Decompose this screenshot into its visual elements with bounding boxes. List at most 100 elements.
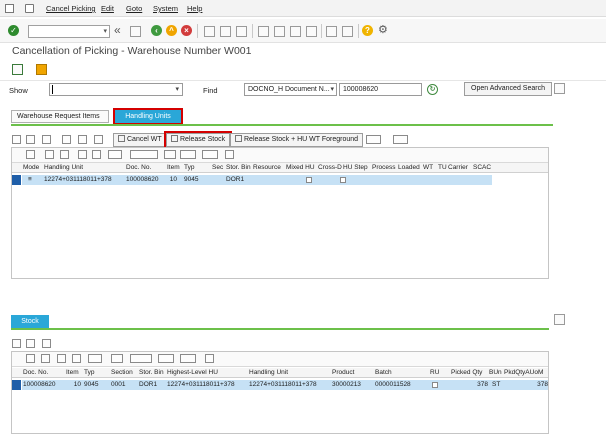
filter-icon[interactable]	[88, 354, 102, 363]
col-product[interactable]: Product	[332, 369, 354, 376]
col-batch[interactable]: Batch	[375, 369, 392, 376]
chevron-down-icon[interactable]: ▾	[330, 85, 334, 95]
layout-icon[interactable]	[554, 314, 565, 325]
layout-select-icon[interactable]	[180, 354, 196, 363]
release-stock-button[interactable]: Release Stock	[163, 131, 233, 149]
col-item[interactable]: Item	[66, 369, 79, 376]
find-icon[interactable]	[57, 354, 66, 363]
shortcut-icon[interactable]	[342, 26, 353, 37]
previous-page-icon[interactable]	[274, 26, 285, 37]
col-doc-no[interactable]: Doc. No.	[126, 164, 151, 171]
col-hu-step[interactable]: HU Step	[343, 164, 368, 171]
col-section[interactable]: Section	[111, 369, 133, 376]
col-mode[interactable]: Mode	[23, 164, 39, 171]
col-scac[interactable]: SCAC	[473, 164, 491, 171]
sort-ascending-icon[interactable]	[45, 150, 54, 159]
confirm-icon[interactable]: ✓	[8, 25, 19, 36]
filter-icon[interactable]	[108, 150, 122, 159]
back-arrows-icon[interactable]: «	[114, 23, 121, 37]
find-field-select[interactable]: DOCNO_H Document N... ▾	[244, 83, 337, 96]
menu-cancel-picking[interactable]: Cancel Picking	[46, 4, 96, 13]
info-icon[interactable]	[225, 150, 234, 159]
enter-menu-icon[interactable]	[25, 4, 34, 13]
collapse-down-icon[interactable]	[26, 135, 35, 144]
col-ru[interactable]: RU	[430, 369, 439, 376]
col-highest-level-hu[interactable]: Highest-Level HU	[167, 369, 218, 376]
menu-system[interactable]: System	[153, 4, 178, 13]
find-next-icon[interactable]	[236, 26, 247, 37]
print-icon[interactable]	[164, 150, 176, 159]
settings-menu-icon[interactable]	[393, 135, 408, 144]
back-icon[interactable]: ‹	[151, 25, 162, 36]
col-wt[interactable]: WT	[423, 164, 433, 171]
sum-icon[interactable]	[130, 150, 158, 159]
find-next-icon[interactable]	[72, 354, 81, 363]
settings-gear-icon[interactable]: ⚙	[378, 23, 388, 36]
layout-select-icon[interactable]	[202, 150, 218, 159]
folder-icon[interactable]	[36, 64, 47, 75]
menu-edit[interactable]: Edit	[101, 4, 114, 13]
next-page-icon[interactable]	[290, 26, 301, 37]
refresh-icon[interactable]	[94, 135, 103, 144]
save-icon[interactable]	[130, 26, 141, 37]
collapse-up-icon[interactable]	[12, 135, 21, 144]
chevron-down-icon[interactable]: ▾	[103, 27, 107, 35]
menu-help[interactable]: Help	[187, 4, 202, 13]
table-row[interactable]: 100008620 10 9045 0001 DOR1 12274+031118…	[22, 380, 548, 390]
tab-warehouse-request-items[interactable]: Warehouse Request Items	[11, 110, 109, 123]
col-doc-no[interactable]: Doc. No.	[23, 369, 48, 376]
cancel-icon[interactable]: ×	[181, 25, 192, 36]
edit-pencil-icon[interactable]	[62, 135, 71, 144]
table-row[interactable]: ≡ 12274+031118011+378 100008620 10 9045 …	[22, 175, 492, 185]
search-go-icon[interactable]: ↻	[427, 84, 438, 95]
col-bun[interactable]: BUn	[489, 369, 502, 376]
glasses-display-icon[interactable]	[78, 135, 87, 144]
col-picked-qty[interactable]: Picked Qty	[451, 369, 482, 376]
print-icon[interactable]	[204, 26, 215, 37]
release-stock-hu-wt-button[interactable]: Release Stock + HU WT Foreground	[230, 133, 364, 147]
last-page-icon[interactable]	[306, 26, 317, 37]
tab-handling-units[interactable]: Handling Units	[113, 108, 183, 125]
find-icon[interactable]	[78, 150, 87, 159]
hu-details-icon[interactable]	[26, 150, 35, 159]
sum-icon[interactable]	[111, 354, 123, 363]
command-field[interactable]: ▾	[28, 25, 110, 38]
sort-ascending-icon[interactable]	[26, 354, 35, 363]
tab-stock[interactable]: Stock	[11, 315, 49, 328]
col-cross-d[interactable]: Cross-D	[318, 164, 342, 171]
col-loaded[interactable]: Loaded	[398, 164, 420, 171]
details-icon[interactable]	[42, 135, 51, 144]
first-page-icon[interactable]	[258, 26, 269, 37]
col-item[interactable]: Item	[167, 164, 180, 171]
sort-descending-icon[interactable]	[60, 150, 69, 159]
collapse-up-icon[interactable]	[12, 339, 21, 348]
window-menu-icon[interactable]	[5, 4, 14, 13]
details-icon[interactable]	[42, 339, 51, 348]
collapse-down-icon[interactable]	[26, 339, 35, 348]
col-stor-bin[interactable]: Stor. Bin	[226, 164, 251, 171]
col-tu[interactable]: TU	[438, 164, 447, 171]
col-handling-unit[interactable]: Handling Unit	[44, 164, 83, 171]
layout-icon[interactable]	[554, 83, 565, 94]
col-sec[interactable]: Sec	[212, 164, 223, 171]
col-process[interactable]: Process	[372, 164, 395, 171]
more-actions-icon[interactable]	[366, 135, 381, 144]
subtotal-icon[interactable]	[130, 354, 152, 363]
open-advanced-search-button[interactable]: Open Advanced Search	[464, 82, 552, 96]
row-mode-icon[interactable]: ≡	[28, 176, 32, 183]
row-selector[interactable]	[12, 380, 21, 390]
sort-descending-icon[interactable]	[41, 354, 50, 363]
find-value-input[interactable]: 100008620	[339, 83, 422, 96]
change-display-icon[interactable]	[12, 64, 23, 75]
col-mixed-hu[interactable]: Mixed HU	[286, 164, 315, 171]
col-stor-bin[interactable]: Stor. Bin	[139, 369, 164, 376]
col-pkdqtyauom[interactable]: PkdQtyAUoM	[504, 369, 543, 376]
exit-icon[interactable]: ^	[166, 25, 177, 36]
export-icon[interactable]	[158, 354, 174, 363]
menu-goto[interactable]: Goto	[126, 4, 142, 13]
export-icon[interactable]	[180, 150, 196, 159]
col-typ[interactable]: Typ	[184, 164, 194, 171]
find-next-icon[interactable]	[92, 150, 101, 159]
info-icon[interactable]	[205, 354, 214, 363]
col-carrier[interactable]: Carrier	[448, 164, 468, 171]
